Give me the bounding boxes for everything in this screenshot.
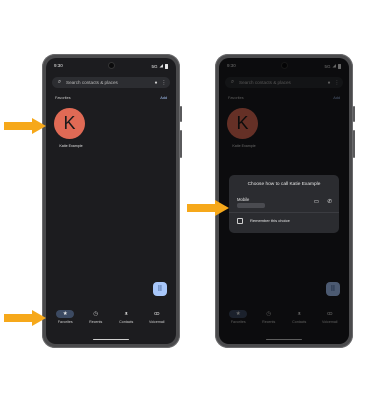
- people-icon: ᴥ: [124, 311, 128, 317]
- gesture-bar[interactable]: [93, 338, 129, 340]
- nav-favorites[interactable]: ★ Favorites: [52, 310, 78, 332]
- dialog-divider: [229, 212, 339, 213]
- dialpad-button[interactable]: ⠿: [153, 282, 167, 296]
- arrow-pointer-favorites: [4, 310, 46, 326]
- arrow-pointer-avatar: [4, 118, 46, 134]
- search-bar[interactable]: ⌕ Search contacts & places ● ⋮: [52, 77, 170, 88]
- dialog-title: Choose how to call Katie Example: [247, 182, 321, 187]
- phone-call-icon[interactable]: ✆: [327, 199, 332, 205]
- mic-icon[interactable]: ●: [152, 80, 160, 86]
- nav-label: Voicemail: [149, 320, 165, 324]
- nav-label: Contacts: [119, 320, 134, 324]
- network-label: 5G: [151, 63, 158, 69]
- more-options-icon[interactable]: ⋮: [160, 80, 168, 86]
- volume-button: [180, 130, 182, 158]
- nav-contacts[interactable]: ᴥ Contacts: [113, 310, 139, 332]
- phone-number-redacted[interactable]: [237, 203, 265, 208]
- search-icon: ⌕: [57, 79, 62, 85]
- arrow-pointer-mobile: [187, 200, 229, 216]
- call-choice-dialog: Choose how to call Katie Example Mobile …: [229, 175, 339, 233]
- phone-right: 9:30 5G ◢ ⌕ Search contacts & places ● ⋮…: [215, 54, 355, 348]
- bottom-nav: ★ Favorites ◷ Recents ᴥ Contacts ꝏ Voice…: [46, 310, 176, 332]
- add-favorite-link[interactable]: Add: [160, 96, 167, 100]
- clock-icon: ◷: [93, 311, 99, 317]
- remember-choice-label[interactable]: Remember this choice: [250, 218, 290, 223]
- video-call-icon[interactable]: ▭: [314, 199, 319, 205]
- power-button: [353, 106, 355, 122]
- search-placeholder: Search contacts & places: [66, 80, 118, 85]
- remember-checkbox[interactable]: [237, 218, 243, 224]
- contact-avatar[interactable]: K: [54, 108, 85, 139]
- nav-voicemail[interactable]: ꝏ Voicemail: [144, 310, 170, 332]
- nav-label: Favorites: [57, 320, 73, 324]
- power-button: [180, 106, 182, 122]
- dialpad-icon: ⠿: [157, 286, 163, 293]
- favorites-heading: Favorites: [55, 96, 71, 100]
- volume-button: [353, 130, 355, 158]
- contact-name[interactable]: Katie Example: [53, 144, 89, 148]
- nav-recents[interactable]: ◷ Recents: [83, 310, 109, 332]
- nav-label: Recents: [89, 320, 103, 324]
- phone-type-label[interactable]: Mobile: [237, 197, 249, 202]
- voicemail-icon: ꝏ: [153, 311, 160, 317]
- phone-left: 9:30 5G ◢ ⌕ Search contacts & places ● ⋮…: [42, 54, 182, 348]
- star-icon: ★: [56, 310, 75, 318]
- status-time: 9:30: [54, 63, 63, 68]
- phone-screen: 9:30 5G ◢ ⌕ Search contacts & places ● ⋮…: [219, 58, 349, 344]
- front-camera: [108, 63, 114, 68]
- battery-icon: [165, 63, 168, 69]
- phone-screen: 9:30 5G ◢ ⌕ Search contacts & places ● ⋮…: [46, 58, 176, 344]
- status-icons: 5G ◢: [152, 63, 168, 69]
- signal-icon: ◢: [159, 63, 163, 68]
